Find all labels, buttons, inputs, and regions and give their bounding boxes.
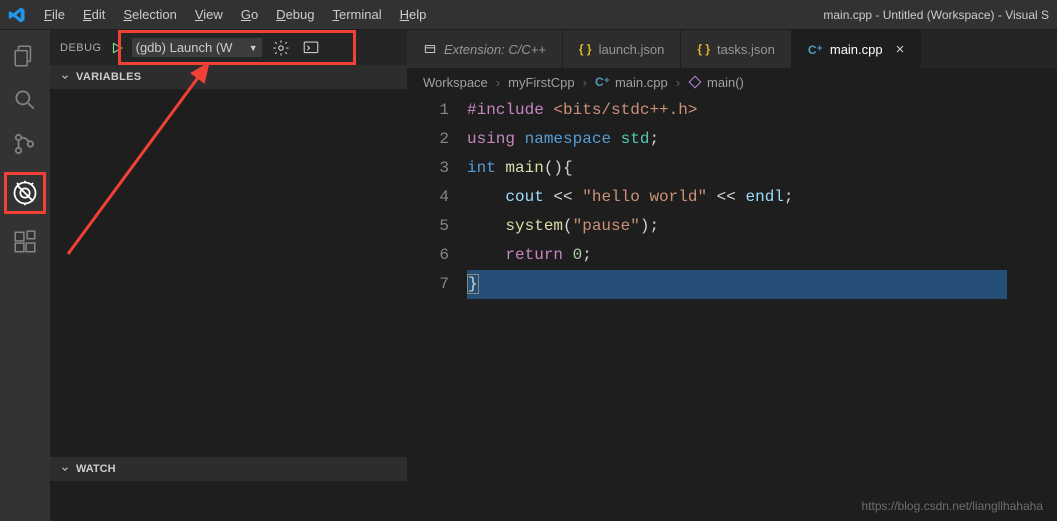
gear-icon[interactable] (270, 37, 292, 59)
debug-label: DEBUG (60, 42, 102, 54)
crumb-symbol[interactable]: main() (688, 75, 744, 90)
activity-bar (0, 30, 50, 521)
menu-file[interactable]: File (36, 3, 73, 26)
tab-label: tasks.json (717, 42, 775, 57)
debug-toolbar: DEBUG (gdb) Launch (W ▼ (50, 30, 407, 65)
annotation-box (4, 172, 46, 214)
debug-config-select[interactable]: (gdb) Launch (W ▼ (132, 38, 262, 57)
debug-console-icon[interactable] (300, 37, 322, 59)
tab-launch-json[interactable]: { } launch.json (563, 30, 681, 68)
chevron-right-icon: › (676, 75, 680, 90)
tab-label: launch.json (599, 42, 665, 57)
chevron-right-icon: › (496, 75, 500, 90)
json-icon: { } (697, 42, 710, 56)
code-editor[interactable]: 1234567 #include <bits/stdc++.h> using n… (407, 96, 1057, 299)
debug-config-value: (gdb) Launch (W (136, 40, 233, 55)
crumb-workspace[interactable]: Workspace (423, 75, 488, 90)
crumb-file[interactable]: C⁺ main.cpp (595, 75, 668, 90)
variables-label: VARIABLES (76, 71, 141, 83)
extension-icon (423, 42, 437, 56)
debug-icon[interactable] (9, 177, 41, 209)
chevron-down-icon (60, 72, 70, 82)
watch-section-header[interactable]: WATCH (50, 457, 407, 481)
watch-body (50, 481, 407, 521)
menu-selection[interactable]: Selection (115, 3, 184, 26)
editor-area: Extension: C/C++ { } launch.json { } tas… (407, 30, 1057, 521)
variables-body (50, 89, 407, 457)
menu-terminal[interactable]: Terminal (324, 3, 389, 26)
start-debug-icon[interactable] (110, 41, 124, 55)
watermark: https://blog.csdn.net/liangllhahaha (862, 499, 1043, 513)
vscode-logo-icon (8, 6, 26, 24)
code-lines: #include <bits/stdc++.h> using namespace… (467, 96, 1057, 299)
scm-icon[interactable] (9, 128, 41, 160)
watch-label: WATCH (76, 463, 116, 475)
crumb-folder[interactable]: myFirstCpp (508, 75, 574, 90)
menu-edit[interactable]: Edit (75, 3, 113, 26)
line-gutter: 1234567 (407, 96, 467, 299)
menubar: File Edit Selection View Go Debug Termin… (36, 3, 434, 26)
explorer-icon[interactable] (9, 40, 41, 72)
debug-sidebar: DEBUG (gdb) Launch (W ▼ VARIABLES (50, 30, 407, 521)
breadcrumb: Workspace › myFirstCpp › C⁺ main.cpp › m… (407, 68, 1057, 96)
menu-go[interactable]: Go (233, 3, 266, 26)
cpp-icon: C⁺ (595, 75, 610, 89)
search-icon[interactable] (9, 84, 41, 116)
tab-main-cpp[interactable]: C⁺ main.cpp × (792, 30, 922, 68)
menu-help[interactable]: Help (392, 3, 435, 26)
chevron-down-icon (60, 464, 70, 474)
variables-section-header[interactable]: VARIABLES (50, 65, 407, 89)
window-title: main.cpp - Untitled (Workspace) - Visual… (823, 8, 1049, 22)
tab-label: main.cpp (830, 42, 883, 57)
tab-extension-c-cpp[interactable]: Extension: C/C++ (407, 30, 563, 68)
cpp-icon: C⁺ (808, 43, 823, 57)
json-icon: { } (579, 42, 592, 56)
extensions-icon[interactable] (9, 226, 41, 258)
menu-debug[interactable]: Debug (268, 3, 322, 26)
menu-view[interactable]: View (187, 3, 231, 26)
tab-tasks-json[interactable]: { } tasks.json (681, 30, 792, 68)
close-icon[interactable]: × (896, 41, 905, 58)
editor-tabs: Extension: C/C++ { } launch.json { } tas… (407, 30, 1057, 68)
chevron-right-icon: › (583, 75, 587, 90)
titlebar: File Edit Selection View Go Debug Termin… (0, 0, 1057, 30)
tab-label: Extension: C/C++ (444, 42, 546, 57)
method-icon (688, 75, 702, 89)
chevron-down-icon: ▼ (249, 43, 258, 53)
